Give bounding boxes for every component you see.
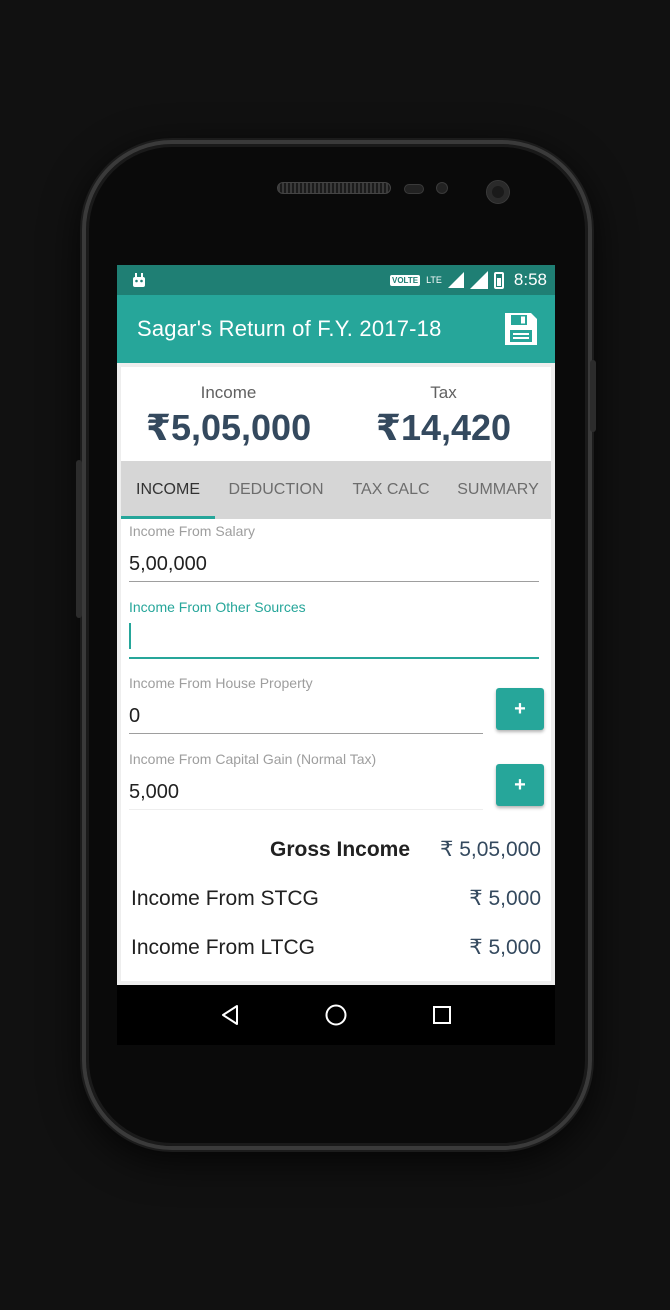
device-screen: VOLTE LTE 8:58 Sagar's Return of F.Y. 20… [117, 265, 555, 1045]
android-icon [133, 273, 145, 287]
income-totals: Gross Income ₹ 5,05,000 Income From STCG… [131, 825, 541, 972]
status-bar: VOLTE LTE 8:58 [117, 265, 555, 295]
capital-gain-label: Income From Capital Gain (Normal Tax) [129, 751, 377, 767]
capital-gain-field: Income From Capital Gain (Normal Tax) 5,… [129, 751, 483, 810]
front-camera [486, 180, 510, 204]
tax-summary: Tax ₹14,420 [336, 367, 551, 461]
other-sources-label: Income From Other Sources [129, 599, 306, 615]
ltcg-value: ₹ 5,000 [469, 936, 541, 959]
house-property-underline [129, 733, 483, 734]
house-property-field: Income From House Property 0 [129, 675, 483, 734]
tab-summary[interactable]: SUMMARY [445, 461, 551, 519]
add-house-property-button[interactable]: + [496, 688, 544, 730]
tab-tax-calc[interactable]: TAX CALC [337, 461, 445, 519]
add-capital-gain-button[interactable]: + [496, 764, 544, 806]
salary-input[interactable]: 5,00,000 [129, 539, 539, 581]
gross-income-value: ₹ 5,05,000 [440, 838, 541, 861]
earpiece-speaker [277, 182, 391, 194]
tab-deduction[interactable]: DEDUCTION [215, 461, 337, 519]
income-summary: Income ₹5,05,000 [121, 367, 336, 461]
house-property-label: Income From House Property [129, 675, 313, 691]
tax-summary-value: ₹14,420 [375, 407, 512, 448]
volte-icon: VOLTE [389, 274, 421, 286]
stcg-row: Income From STCG ₹ 5,000 [131, 874, 541, 923]
capital-gain-input[interactable]: 5,000 [129, 767, 483, 809]
tax-summary-label: Tax [430, 383, 457, 402]
home-icon[interactable] [324, 1003, 348, 1027]
stcg-value: ₹ 5,000 [469, 887, 541, 910]
floppy-save-icon[interactable] [503, 311, 539, 347]
salary-underline [129, 581, 539, 582]
ltcg-row: Income From LTCG ₹ 5,000 [131, 923, 541, 972]
income-summary-label: Income [200, 383, 257, 402]
status-time: 8:58 [513, 270, 547, 289]
signal-icon [469, 271, 488, 289]
capital-gain-underline [129, 809, 483, 810]
app-bar: Sagar's Return of F.Y. 2017-18 [117, 295, 555, 363]
ltcg-label: Income From LTCG [131, 935, 315, 959]
other-sources-input[interactable] [129, 615, 539, 657]
status-icons: VOLTE LTE 8:58 [389, 270, 547, 290]
stcg-label: Income From STCG [131, 886, 319, 910]
gross-income-row: Gross Income ₹ 5,05,000 [131, 825, 541, 874]
navigation-bar [117, 985, 555, 1045]
phone-side-button-left [76, 460, 82, 618]
gross-income-label: Gross Income [269, 837, 411, 861]
back-icon[interactable] [218, 1003, 242, 1027]
salary-label: Income From Salary [129, 523, 256, 539]
salary-field: Income From Salary 5,00,000 [129, 523, 539, 582]
lte-icon: LTE [426, 274, 442, 285]
house-property-input[interactable]: 0 [129, 691, 483, 733]
battery-charging-icon [493, 271, 504, 289]
tab-income[interactable]: INCOME [121, 461, 215, 519]
income-summary-value: ₹5,05,000 [145, 407, 312, 448]
proximity-sensor [404, 184, 424, 194]
phone-side-button-right [590, 360, 596, 432]
summary-card: Income ₹5,05,000 Tax ₹14,420 [121, 367, 551, 461]
income-form: Income From Salary 5,00,000 Income From … [121, 519, 551, 981]
light-sensor [436, 182, 448, 194]
signal-icon [447, 272, 464, 288]
other-sources-underline [129, 657, 539, 659]
app-title: Sagar's Return of F.Y. 2017-18 [137, 316, 442, 341]
text-cursor [129, 623, 131, 649]
tab-bar: INCOME DEDUCTION TAX CALC SUMMARY [121, 461, 551, 519]
other-sources-field: Income From Other Sources [129, 599, 539, 659]
recents-icon[interactable] [430, 1003, 454, 1027]
